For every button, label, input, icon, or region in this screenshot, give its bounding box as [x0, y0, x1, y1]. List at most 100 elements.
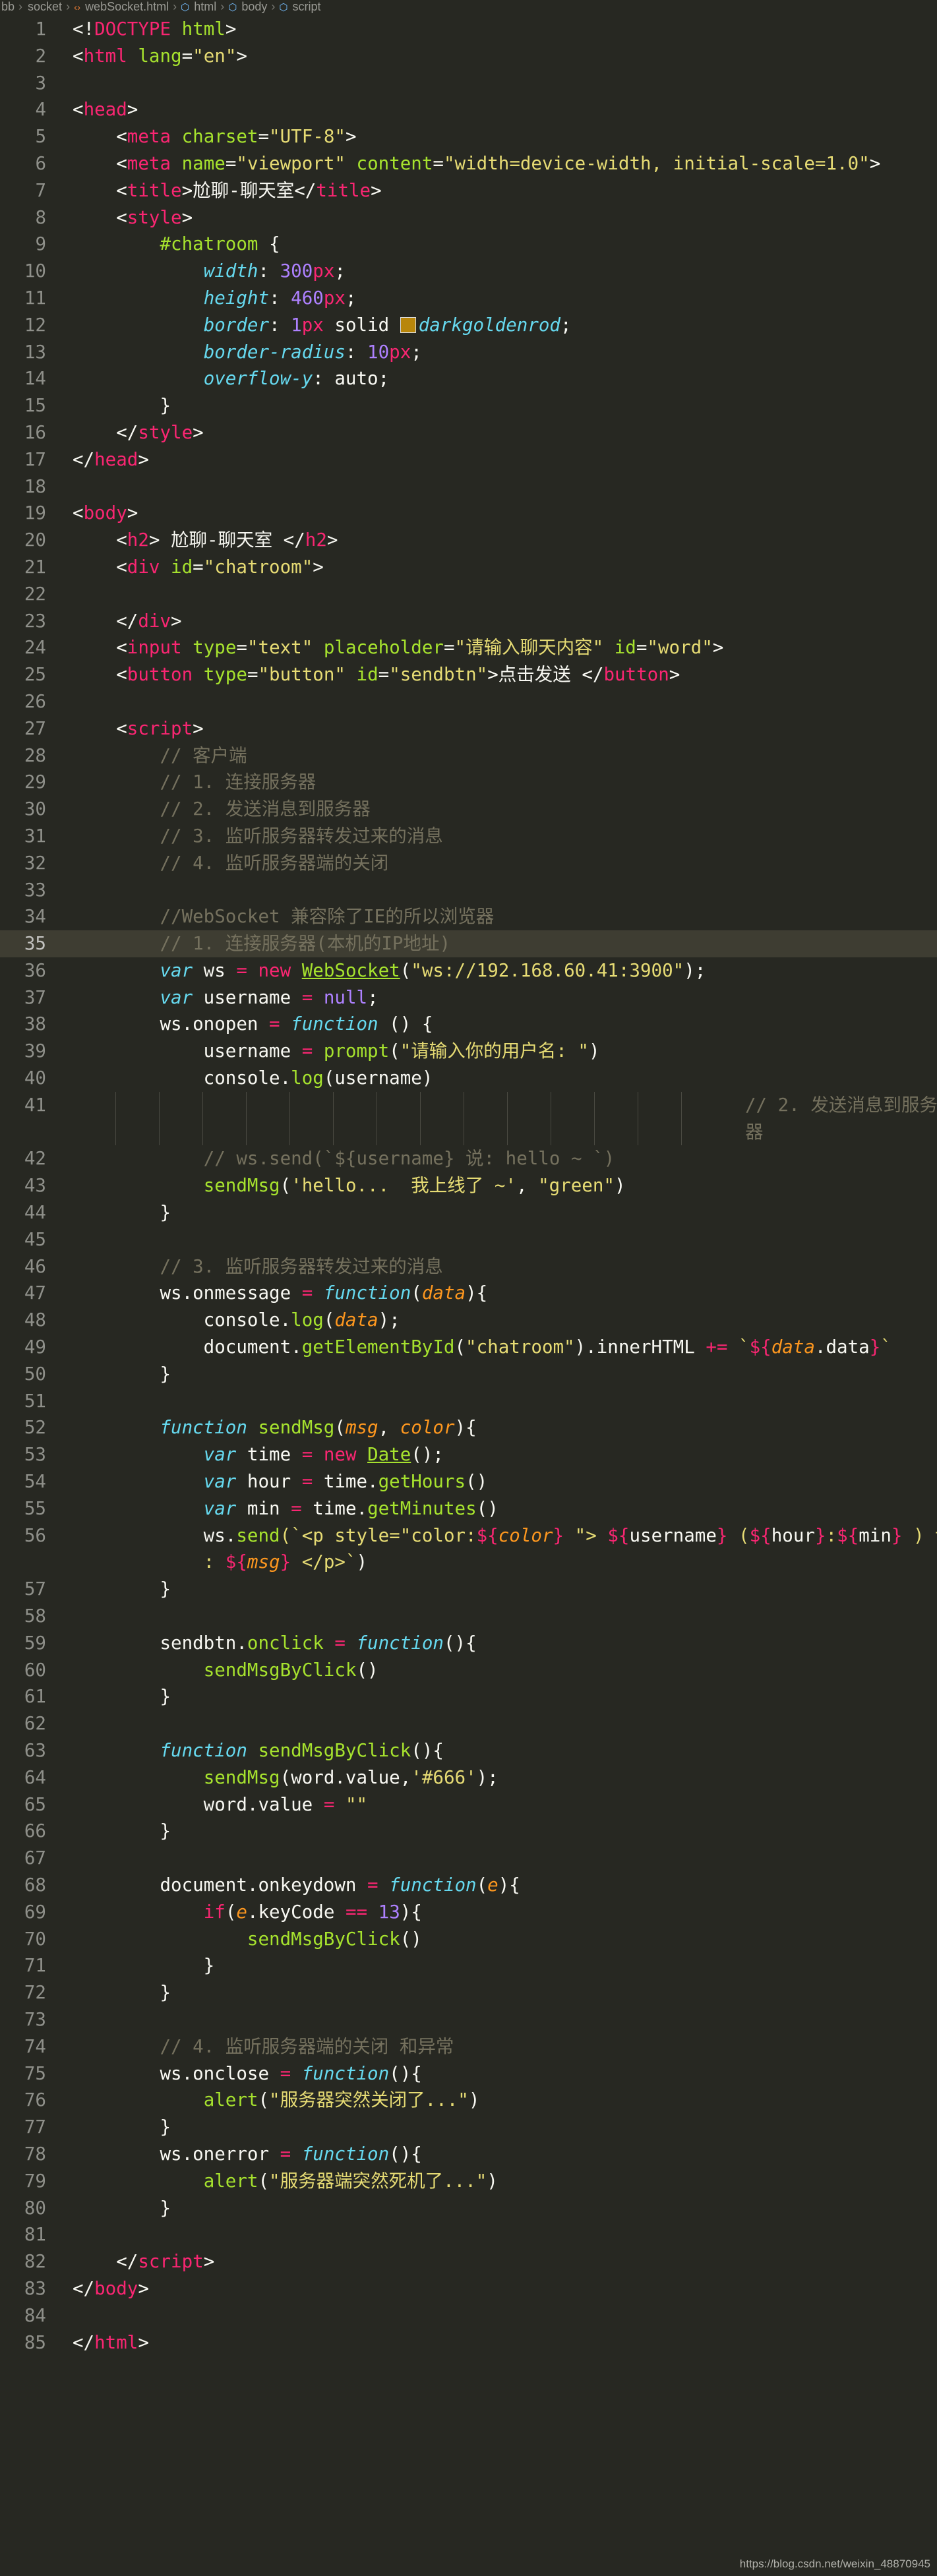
code-line[interactable]: 19 <body> — [0, 500, 937, 527]
code-line[interactable]: 5 <meta charset="UTF-8"> — [0, 123, 937, 150]
code-token: </ — [73, 2251, 138, 2273]
breadcrumb-item-element[interactable]: script — [293, 0, 321, 13]
code-line[interactable]: 50 } — [0, 1361, 937, 1388]
code-line[interactable]: 69 if(e.keyCode == 13){ — [0, 1899, 937, 1926]
code-token: = — [636, 637, 648, 659]
code-line[interactable]: 73 — [0, 2006, 937, 2033]
code-line[interactable]: 51 — [0, 1388, 937, 1415]
code-line[interactable]: 7 <title>尬聊-聊天室</title> — [0, 177, 937, 204]
code-line[interactable]: 83 </body> — [0, 2275, 937, 2302]
code-line[interactable]: 24 <input type="text" placeholder="请输入聊天… — [0, 634, 937, 661]
code-line[interactable]: 44 } — [0, 1199, 937, 1226]
color-swatch-icon[interactable] — [400, 316, 416, 333]
code-line[interactable]: 11 height: 460px; — [0, 285, 937, 312]
code-line[interactable]: 39 username = prompt("请输入你的用户名: ") — [0, 1038, 937, 1065]
code-line[interactable]: 25 <button type="button" id="sendbtn">点击… — [0, 661, 937, 688]
breadcrumb-item-element[interactable]: body — [241, 0, 267, 13]
code-line[interactable]: 66 } — [0, 1818, 937, 1845]
code-line[interactable]: 52 function sendMsg(msg, color){ — [0, 1414, 937, 1441]
code-line[interactable]: 77 } — [0, 2114, 937, 2141]
code-line[interactable]: 6 <meta name="viewport" content="width=d… — [0, 150, 937, 177]
code-line[interactable]: 58 — [0, 1603, 937, 1630]
breadcrumb-item-folder[interactable]: bb — [1, 0, 15, 13]
code-line[interactable]: 4 <head> — [0, 96, 937, 123]
code-line[interactable]: 45 — [0, 1226, 937, 1253]
code-line[interactable]: 79 alert("服务器端突然死机了...") — [0, 2168, 937, 2195]
code-line[interactable]: 33 — [0, 877, 937, 904]
code-line[interactable]: 71 } — [0, 1952, 937, 1979]
code-line[interactable]: 35 // 1. 连接服务器(本机的IP地址) — [0, 930, 937, 957]
code-line[interactable]: 16 </style> — [0, 419, 937, 446]
code-line[interactable]: 1 <!DOCTYPE html> — [0, 16, 937, 43]
code-line[interactable]: 61 } — [0, 1683, 937, 1710]
code-line[interactable]: 64 sendMsg(word.value,'#666'); — [0, 1764, 937, 1791]
code-line[interactable]: 26 — [0, 688, 937, 715]
code-line[interactable]: 62 — [0, 1710, 937, 1737]
code-token: ( — [400, 959, 411, 981]
code-line[interactable]: 2 <html lang="en"> — [0, 43, 937, 70]
code-line[interactable]: 76 alert("服务器突然关闭了...") — [0, 2087, 937, 2114]
code-line[interactable]: 37 var username = null; — [0, 984, 937, 1011]
code-line[interactable]: 29 // 1. 连接服务器 — [0, 769, 937, 796]
code-line[interactable]: 60 sendMsgByClick() — [0, 1657, 937, 1684]
code-line[interactable]: 67 — [0, 1845, 937, 1872]
code-line[interactable]: 68 document.onkeydown = function(e){ — [0, 1872, 937, 1899]
code-line[interactable]: 85 </html> — [0, 2329, 937, 2356]
code-line[interactable]: 8 <style> — [0, 204, 937, 231]
code-line[interactable]: 30 // 2. 发送消息到服务器 — [0, 796, 937, 823]
code-line[interactable]: 31 // 3. 监听服务器转发过来的消息 — [0, 823, 937, 850]
code-line[interactable]: 12 border: 1px solid darkgoldenrod; — [0, 312, 937, 339]
code-line[interactable]: 72 } — [0, 1979, 937, 2006]
code-line[interactable]: 36 var ws = new WebSocket("ws://192.168.… — [0, 957, 937, 984]
code-line[interactable]: 18 — [0, 473, 937, 500]
code-line[interactable]: 74 // 4. 监听服务器端的关闭 和异常 — [0, 2033, 937, 2060]
code-line[interactable]: 28 // 客户端 — [0, 742, 937, 769]
code-line[interactable]: 70 sendMsgByClick() — [0, 1926, 937, 1953]
code-line[interactable]: 53 var time = new Date(); — [0, 1441, 937, 1468]
code-line[interactable]: 43 sendMsg('hello... 我上线了 ~', "green") — [0, 1172, 937, 1199]
code-line[interactable]: 15 } — [0, 392, 937, 419]
code-line[interactable]: 32 // 4. 监听服务器端的关闭 — [0, 850, 937, 877]
code-line[interactable]: 48 console.log(data); — [0, 1307, 937, 1334]
code-line[interactable]: 54 var hour = time.getHours() — [0, 1468, 937, 1495]
code-line[interactable]: 75 ws.onclose = function(){ — [0, 2060, 937, 2087]
code-line[interactable]: 49 document.getElementById("chatroom").i… — [0, 1334, 937, 1361]
code-line[interactable]: 46 // 3. 监听服务器转发过来的消息 — [0, 1253, 937, 1280]
breadcrumb-item-file[interactable]: webSocket.html — [85, 0, 169, 13]
code-editor[interactable]: 1 <!DOCTYPE html> 2 <html lang="en"> 3 4 <head… — [0, 16, 937, 2356]
code-line[interactable]: 65 word.value = "" — [0, 1791, 937, 1818]
code-line[interactable]: 20 <h2> 尬聊-聊天室 </h2> — [0, 527, 937, 554]
code-line[interactable]: 47 ws.onmessage = function(data){ — [0, 1280, 937, 1307]
code-line[interactable]: 42 // ws.send(`${username} 说: hello ~ `) — [0, 1145, 937, 1172]
code-line[interactable]: 21 <div id="chatroom"> — [0, 554, 937, 581]
code-line[interactable]: 82 </script> — [0, 2248, 937, 2275]
code-line[interactable]: 10 width: 300px; — [0, 258, 937, 285]
code-line[interactable]: 13 border-radius: 10px; — [0, 339, 937, 366]
code-line[interactable]: 27 <script> — [0, 715, 937, 742]
breadcrumb-item-element[interactable]: html — [194, 0, 216, 13]
code-line[interactable]: 22 — [0, 581, 937, 608]
code-line[interactable]: 84 — [0, 2302, 937, 2329]
code-line[interactable]: 55 var min = time.getMinutes() — [0, 1495, 937, 1522]
code-line[interactable]: 17 </head> — [0, 446, 937, 473]
code-line[interactable]: 56 ws.send(`<p style="color:${color} "> … — [0, 1522, 937, 1576]
code-token: "green" — [538, 1175, 615, 1197]
code-line[interactable]: 9 #chatroom { — [0, 231, 937, 258]
code-token: var — [203, 1497, 237, 1519]
code-line[interactable]: 57 } — [0, 1576, 937, 1603]
line-number: 42 — [24, 1148, 46, 1170]
code-line[interactable]: 63 function sendMsgByClick(){ — [0, 1737, 937, 1764]
code-line[interactable]: 80 } — [0, 2195, 937, 2222]
code-line[interactable]: 23 </div> — [0, 608, 937, 635]
code-line[interactable]: 34 //WebSocket 兼容除了IE的所以浏览器 — [0, 903, 937, 930]
code-line[interactable]: 41 // 2. 发送消息到服务 器 — [0, 1091, 937, 1146]
code-token: <! — [73, 18, 95, 40]
code-line[interactable]: 59 sendbtn.onclick = function(){ — [0, 1630, 937, 1657]
breadcrumb-item-folder[interactable]: socket — [28, 0, 62, 13]
code-line[interactable]: 14 overflow-y: auto; — [0, 365, 937, 392]
code-line[interactable]: 3 — [0, 70, 937, 97]
code-line[interactable]: 78 ws.onerror = function(){ — [0, 2141, 937, 2168]
code-line[interactable]: 40 console.log(username) — [0, 1065, 937, 1092]
code-line[interactable]: 38 ws.onopen = function () { — [0, 1011, 937, 1038]
code-line[interactable]: 81 — [0, 2221, 937, 2248]
